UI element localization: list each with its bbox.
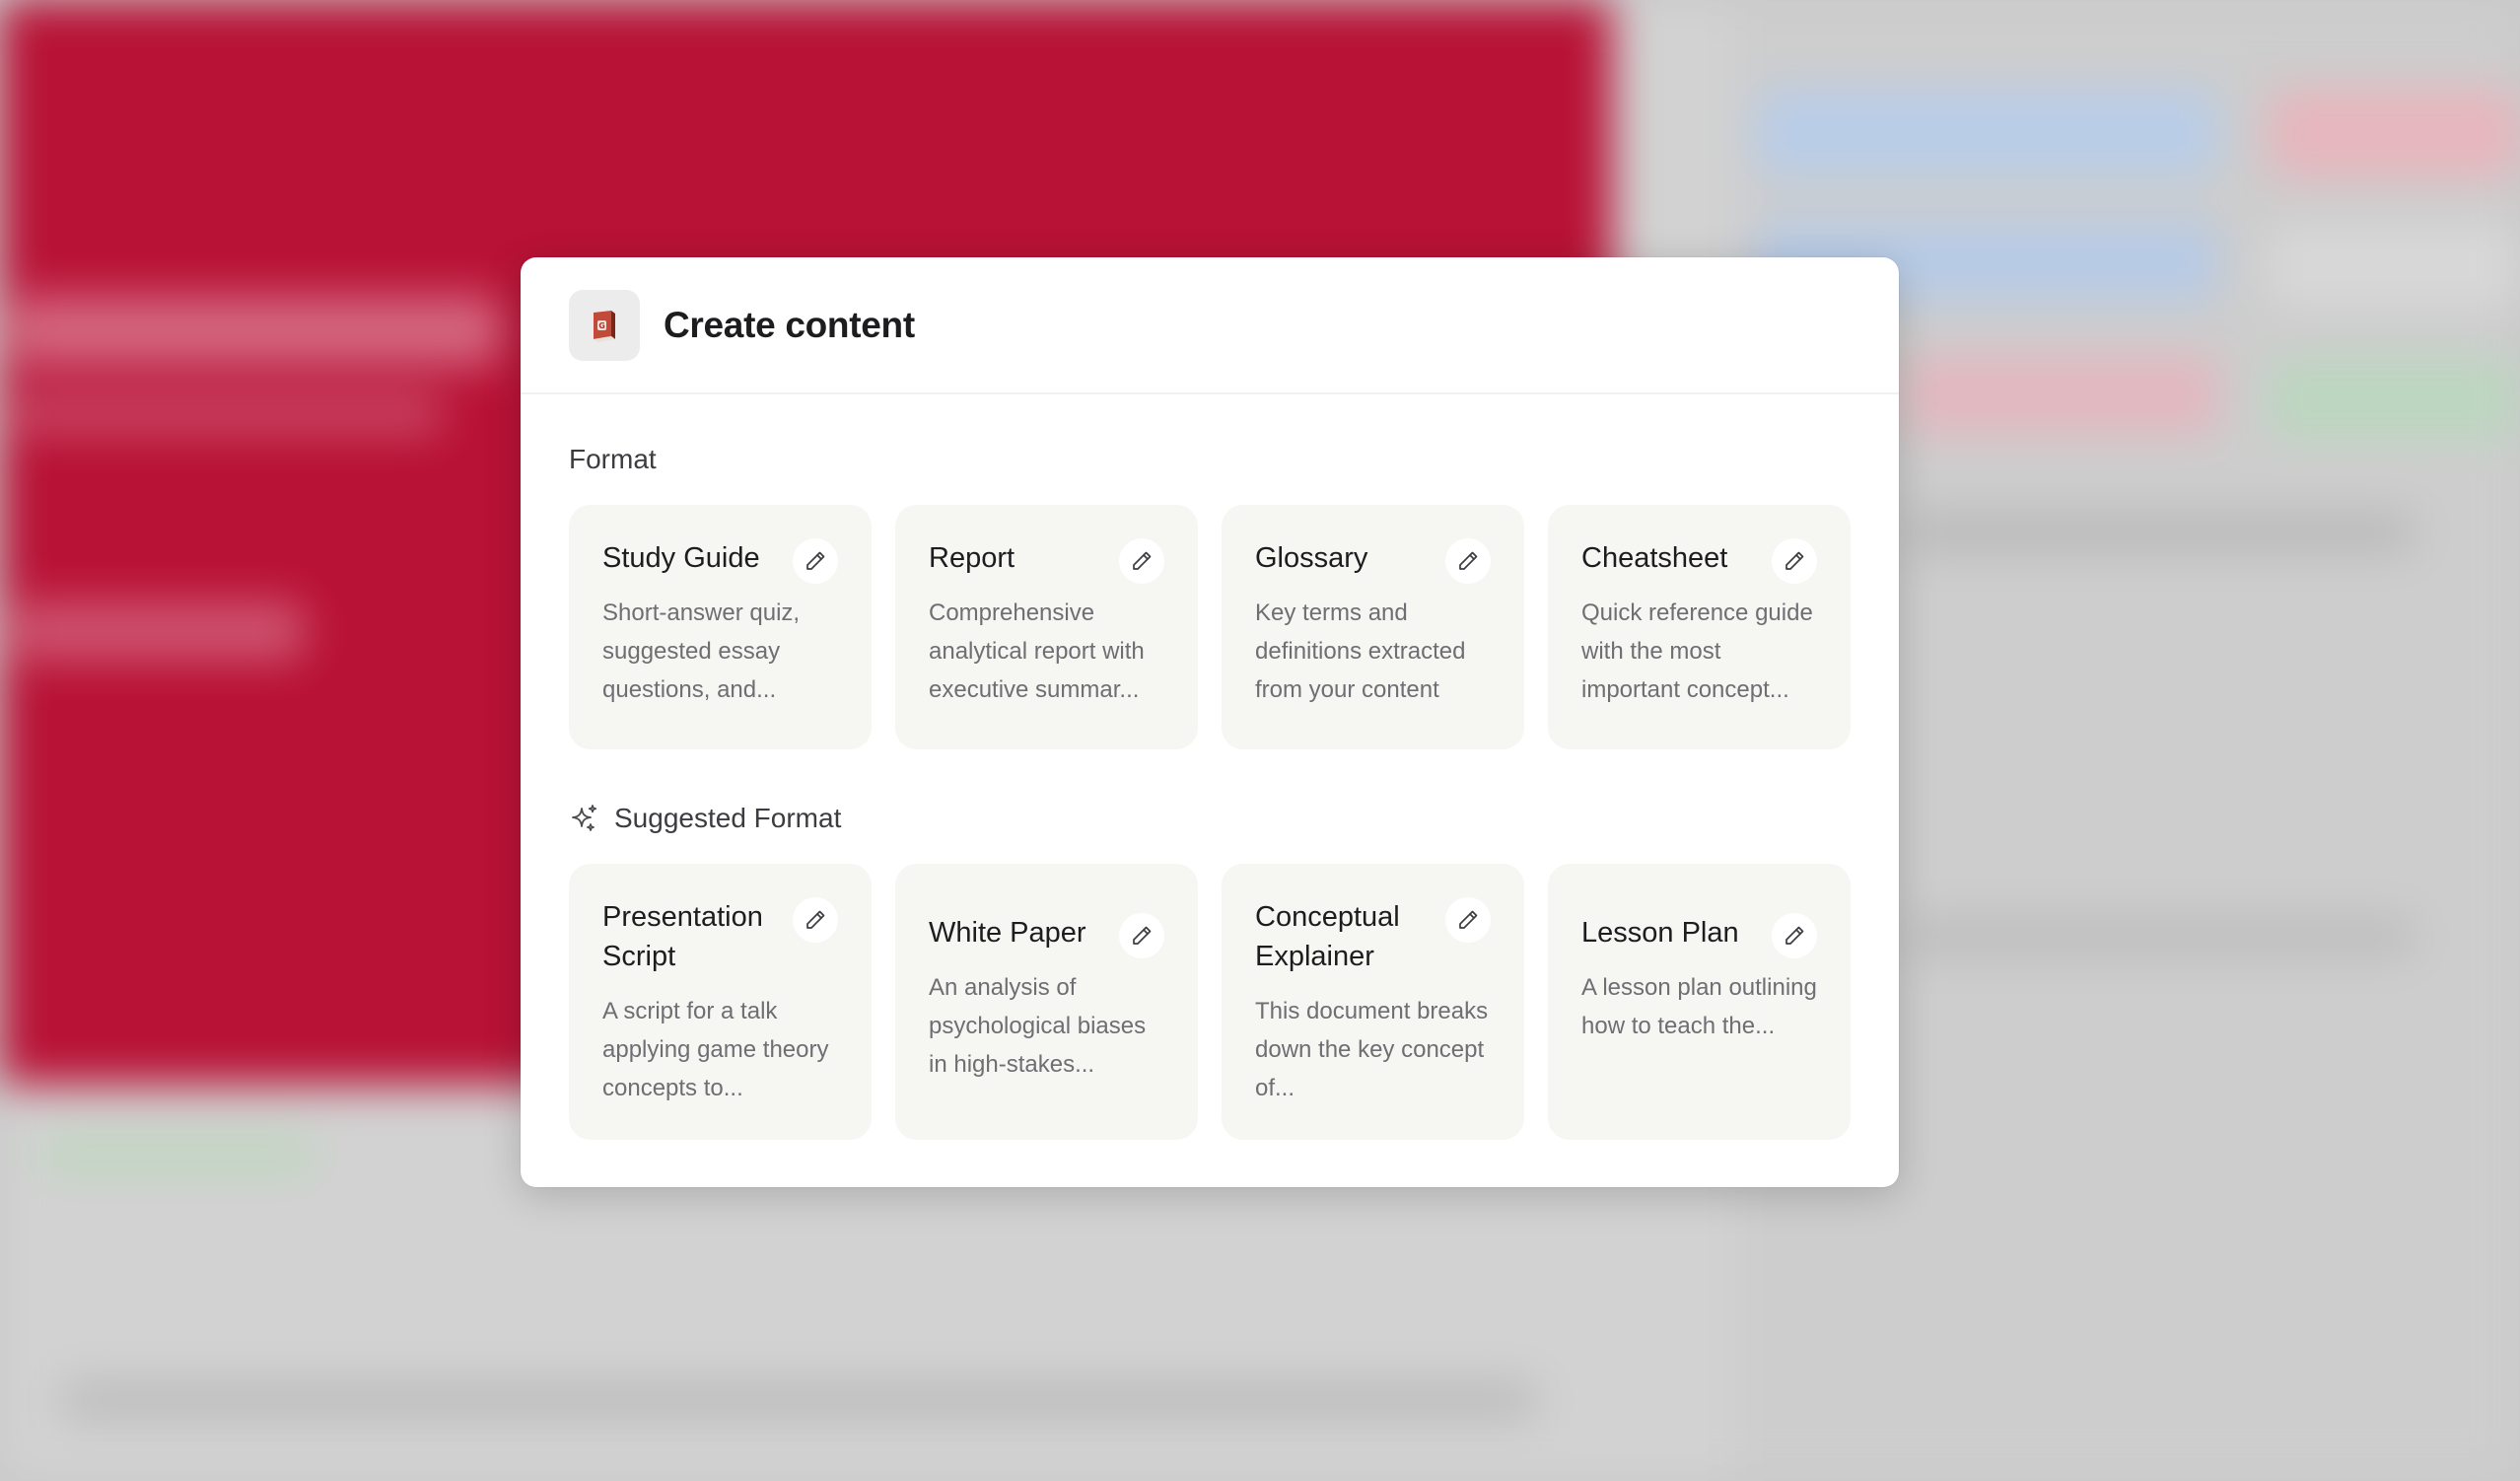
background-blur-shape <box>2268 360 2520 439</box>
format-card-study-guide[interactable]: Study Guide Short-answer quiz, suggested… <box>569 505 872 749</box>
edit-pencil-button[interactable] <box>1772 538 1817 584</box>
dialog-header: G Create content <box>521 257 1899 394</box>
suggested-card-conceptual-explainer[interactable]: Conceptual Explainer This document break… <box>1222 864 1524 1140</box>
format-card-cheatsheet[interactable]: Cheatsheet Quick reference guide with th… <box>1548 505 1851 749</box>
edit-pencil-button[interactable] <box>1772 913 1817 958</box>
create-content-dialog: G Create content Format Study Guide Shor… <box>521 257 1899 1187</box>
edit-pencil-button[interactable] <box>1119 538 1164 584</box>
sparkle-icon <box>569 803 600 834</box>
card-description: Comprehensive analytical report with exe… <box>929 599 1145 703</box>
edit-pencil-button[interactable] <box>1445 538 1491 584</box>
pencil-icon <box>1133 926 1152 945</box>
background-blur-shape <box>2268 89 2520 177</box>
card-description: Key terms and definitions extracted from… <box>1255 599 1466 703</box>
format-section-label: Format <box>569 442 1851 477</box>
pencil-icon <box>1785 926 1804 945</box>
svg-text:G: G <box>598 321 605 330</box>
card-description: Quick reference guide with the most impo… <box>1581 599 1813 703</box>
background-blur-shape <box>1755 89 2218 177</box>
card-description: A script for a talk applying game theory… <box>602 998 829 1101</box>
pencil-icon <box>1785 551 1804 570</box>
background-blur-shape <box>1903 513 2415 552</box>
edit-pencil-button[interactable] <box>793 538 838 584</box>
background-blur-shape <box>1903 917 2415 956</box>
book-icon: G <box>569 289 640 361</box>
suggested-card-white-paper[interactable]: White Paper An analysis of psychological… <box>895 864 1198 1140</box>
suggested-card-presentation-script[interactable]: Presentation Script A script for a talk … <box>569 864 872 1140</box>
edit-pencil-button[interactable] <box>1119 913 1164 958</box>
format-grid: Study Guide Short-answer quiz, suggested… <box>569 505 1851 749</box>
background-blur-shape <box>10 296 503 365</box>
card-description: This document breaks down the key concep… <box>1255 998 1489 1101</box>
edit-pencil-button[interactable] <box>1445 897 1491 943</box>
dialog-title: Create content <box>664 304 915 345</box>
pencil-icon <box>1133 551 1152 570</box>
background-blur-shape <box>1903 355 2218 434</box>
format-label-text: Format <box>569 444 657 474</box>
suggested-format-label-text: Suggested Format <box>614 803 842 833</box>
background-blur-shape <box>2268 227 2520 306</box>
background-blur-shape <box>39 1134 315 1173</box>
pencil-icon <box>1459 551 1478 570</box>
format-card-glossary[interactable]: Glossary Key terms and definitions extra… <box>1222 505 1524 749</box>
pencil-icon <box>806 910 825 929</box>
suggested-format-section-label: Suggested Format <box>569 801 1851 836</box>
edit-pencil-button[interactable] <box>793 897 838 943</box>
suggested-card-lesson-plan[interactable]: Lesson Plan A lesson plan outlining how … <box>1548 864 1851 1140</box>
card-description: A lesson plan outlining how to teach the… <box>1581 974 1817 1039</box>
dialog-body: Format Study Guide Short-answer quiz, su… <box>521 394 1899 1140</box>
card-description: Short-answer quiz, suggested essay quest… <box>602 599 801 703</box>
background-blur-shape <box>10 394 444 434</box>
card-description: An analysis of psychological biases in h… <box>929 974 1147 1078</box>
format-card-report[interactable]: Report Comprehensive analytical report w… <box>895 505 1198 749</box>
background-blur-shape <box>10 601 306 661</box>
suggested-format-grid: Presentation Script A script for a talk … <box>569 864 1851 1140</box>
background-blur-shape <box>59 1380 1538 1420</box>
pencil-icon <box>806 551 825 570</box>
pencil-icon <box>1459 910 1478 929</box>
